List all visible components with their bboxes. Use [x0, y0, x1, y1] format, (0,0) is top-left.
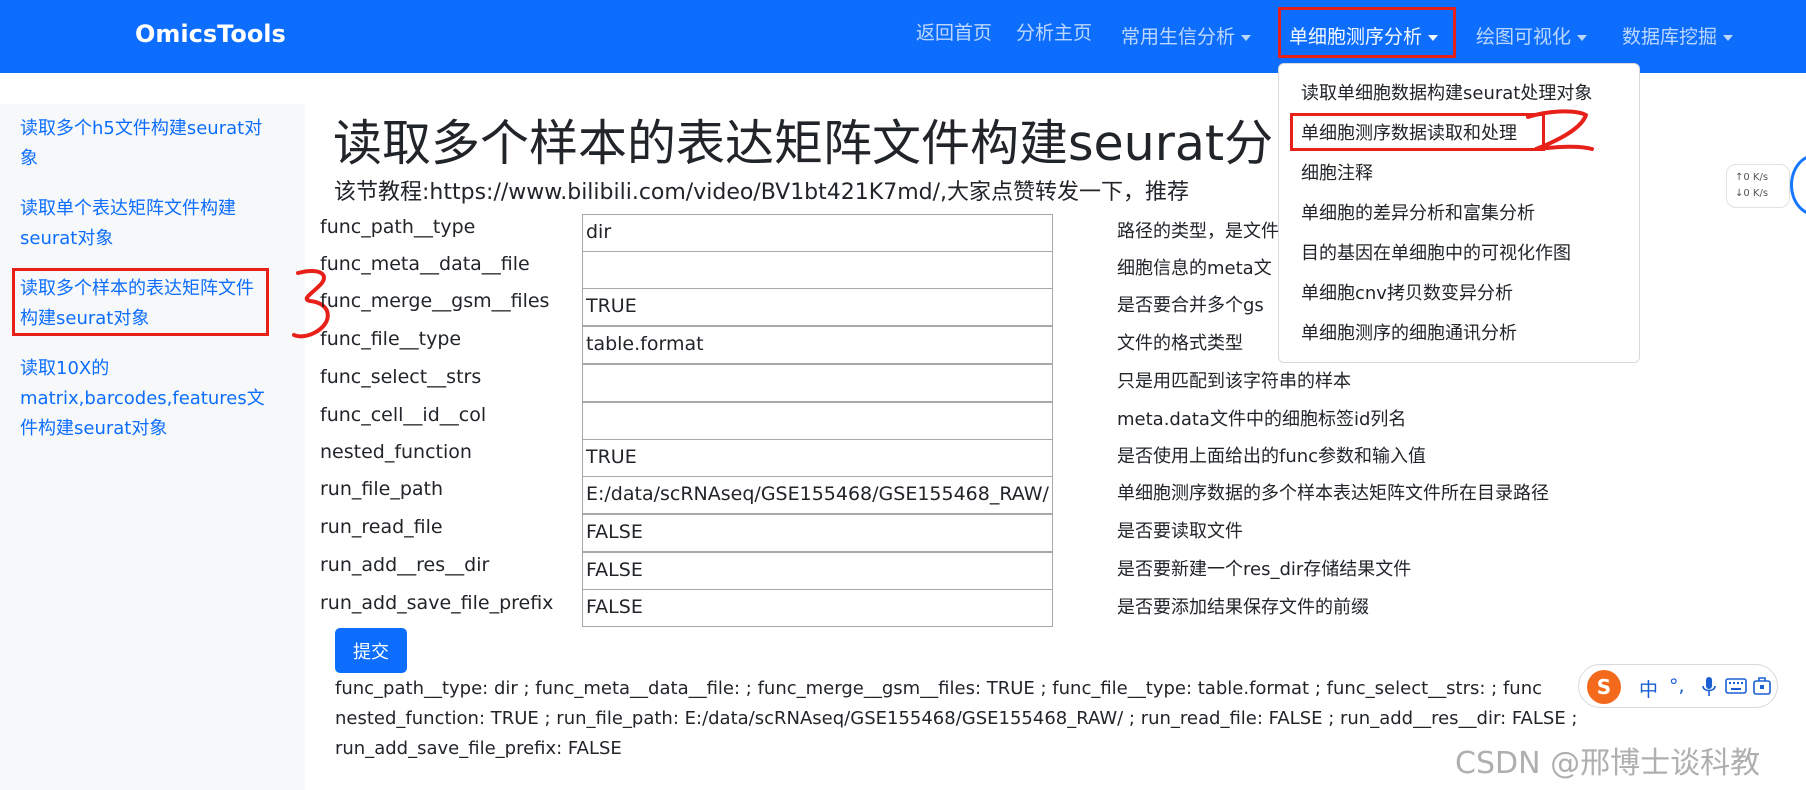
nav-visualization-label: 绘图可视化 [1476, 26, 1572, 48]
dropdown-item-build-seurat[interactable]: 读取单细胞数据构建seurat处理对象 [1301, 79, 1592, 105]
param-label: run_file_path [320, 478, 444, 500]
nav-home[interactable]: 返回首页 [916, 18, 992, 45]
param-input[interactable]: TRUE [582, 439, 1053, 477]
param-label: func_cell__id__col [320, 404, 487, 426]
brand-logo[interactable]: OmicsTools [135, 20, 286, 48]
annotation-highlight-nav [1278, 7, 1456, 58]
result-text-line: run_add_save_file_prefix: FALSE [335, 738, 622, 759]
param-label: func_merge__gsm__files [320, 290, 550, 312]
nav-database-mining[interactable]: 数据库挖掘 [1622, 22, 1734, 49]
nav-common-bioinfo-label: 常用生信分析 [1121, 26, 1236, 48]
param-label: run_add__res__dir [320, 554, 490, 576]
toolbox-icon[interactable] [1753, 676, 1771, 696]
param-description: 路径的类型，是文件 [1117, 221, 1279, 242]
chevron-down-icon [1241, 34, 1252, 41]
floating-assistant-icon[interactable] [1790, 154, 1806, 216]
param-description: meta.data文件中的细胞标签id列名 [1117, 409, 1407, 430]
page-title: 读取多个样本的表达矩阵文件构建seurat分 [333, 115, 1274, 172]
param-input[interactable]: dir [582, 214, 1053, 252]
chevron-down-icon [1723, 34, 1734, 41]
chevron-down-icon [1577, 34, 1588, 41]
nav-analysis-home[interactable]: 分析主页 [1016, 18, 1092, 45]
nav-common-bioinfo[interactable]: 常用生信分析 [1121, 22, 1252, 49]
param-input[interactable]: TRUE [582, 288, 1053, 326]
ime-punctuation-mode[interactable]: °, [1669, 675, 1685, 697]
param-description: 是否要新建一个res_dir存储结果文件 [1117, 559, 1412, 580]
sidebar-item-h5[interactable]: 读取多个h5文件构建seurat对象 [20, 114, 270, 174]
dropdown-item-gene-visualization[interactable]: 目的基因在单细胞中的可视化作图 [1301, 239, 1571, 265]
dropdown-item-cell-communication[interactable]: 单细胞测序的细胞通讯分析 [1301, 319, 1517, 345]
sidebar-item-10x[interactable]: 读取10X的matrix,barcodes,features文件构建seurat… [20, 354, 270, 444]
sogou-logo-icon[interactable]: S [1587, 670, 1621, 704]
nav-analysis-home-label: 分析主页 [1016, 22, 1093, 44]
param-input[interactable]: E:/data/scRNAseq/GSE155468/GSE155468_RAW… [582, 476, 1053, 514]
network-speed-widget: ↑0 K/s ↓0 K/s [1726, 164, 1790, 208]
result-text-line: func_path__type: dir ; func_meta__data__… [335, 678, 1542, 699]
param-label: func_file__type [320, 328, 462, 350]
param-input[interactable] [582, 364, 1053, 402]
param-input[interactable] [582, 251, 1053, 289]
param-description: 是否要读取文件 [1117, 521, 1243, 542]
ime-toolbar: S 中 °, [1578, 664, 1778, 708]
param-label: run_read_file [320, 516, 443, 538]
param-label: run_add_save_file_prefix [320, 592, 554, 614]
csdn-watermark: CSDN @邢博士谈科教 [1455, 746, 1761, 781]
sidebar-item-single-matrix[interactable]: 读取单个表达矩阵文件构建seurat对象 [20, 194, 270, 254]
upload-speed: ↑0 K/s [1735, 172, 1769, 183]
result-text-line: nested_function: TRUE ; run_file_path: E… [335, 708, 1578, 729]
download-speed: ↓0 K/s [1735, 188, 1769, 199]
param-description: 是否使用上面给出的func参数和输入值 [1117, 446, 1427, 467]
param-description: 文件的格式类型 [1117, 333, 1243, 354]
annotation-number-2 [1526, 109, 1594, 151]
param-description: 只是用匹配到该字符串的样本 [1117, 371, 1351, 392]
dropdown-item-cnv-analysis[interactable]: 单细胞cnv拷贝数变异分析 [1301, 279, 1513, 305]
param-description: 单细胞测序数据的多个样本表达矩阵文件所在目录路径 [1117, 483, 1549, 504]
param-description: 是否要合并多个gs [1117, 295, 1264, 316]
mic-icon[interactable] [1701, 676, 1717, 698]
ime-chinese-mode[interactable]: 中 [1639, 675, 1658, 702]
param-label: func_meta__data__file [320, 253, 530, 275]
submit-button[interactable]: 提交 [335, 628, 407, 673]
annotation-highlight-dropdown-item [1290, 113, 1545, 151]
annotation-highlight-sidebar [12, 268, 269, 336]
tutorial-link-text: 该节教程:https://www.bilibili.com/video/BV1b… [334, 180, 1189, 205]
param-label: nested_function [320, 441, 472, 463]
param-input[interactable]: FALSE [582, 514, 1053, 552]
param-input[interactable]: FALSE [582, 552, 1053, 590]
param-description: 是否要添加结果保存文件的前缀 [1117, 597, 1369, 618]
param-input[interactable]: FALSE [582, 589, 1053, 627]
dropdown-item-cell-annotation[interactable]: 细胞注释 [1301, 159, 1373, 185]
nav-visualization[interactable]: 绘图可视化 [1476, 22, 1588, 49]
dropdown-item-diff-enrichment[interactable]: 单细胞的差异分析和富集分析 [1301, 199, 1535, 225]
param-description: 细胞信息的meta文 [1117, 258, 1272, 279]
param-input[interactable] [582, 402, 1053, 440]
keyboard-icon[interactable] [1725, 678, 1747, 694]
param-label: func_select__strs [320, 366, 482, 388]
nav-home-label: 返回首页 [916, 22, 993, 44]
nav-database-mining-label: 数据库挖掘 [1622, 26, 1718, 48]
param-input[interactable]: table.format [582, 326, 1053, 364]
param-label: func_path__type [320, 216, 476, 238]
